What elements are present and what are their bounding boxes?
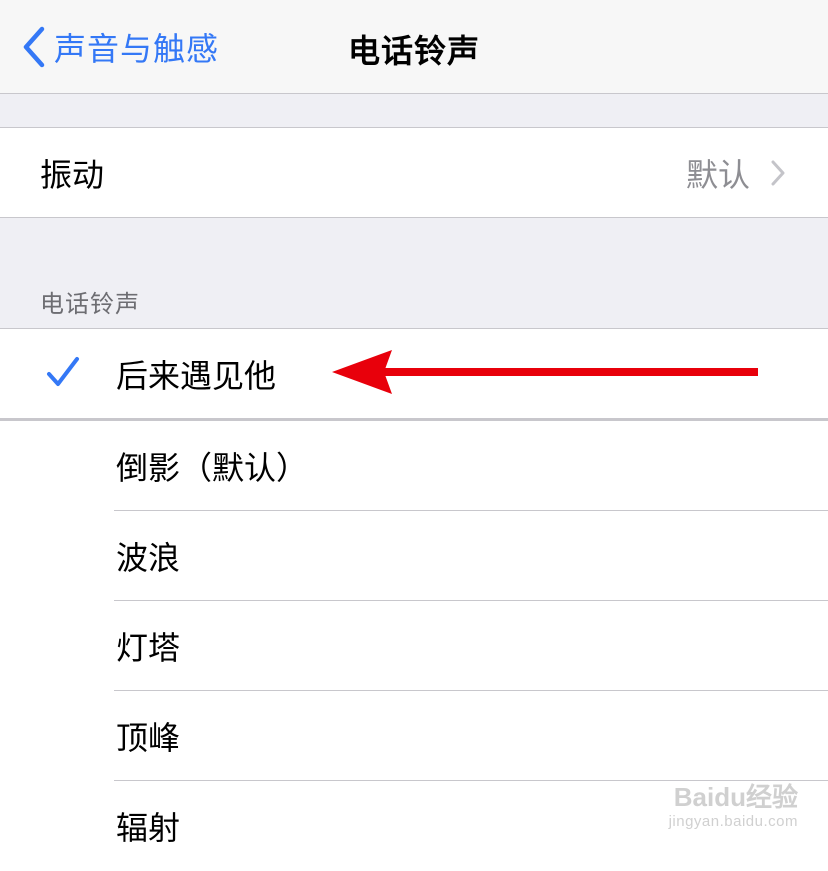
ringtone-label: 顶峰: [116, 719, 181, 757]
ringtone-label: 灯塔: [116, 629, 181, 667]
ringtone-label: 后来遇见他: [116, 356, 277, 395]
ringtone-label: 倒影（默认）: [116, 449, 309, 487]
ringtone-row[interactable]: 顶峰: [0, 691, 828, 781]
ringtone-label: 辐射: [116, 809, 181, 847]
ringtone-row[interactable]: 波浪: [0, 511, 828, 601]
ringtone-label: 波浪: [116, 539, 181, 577]
red-arrow-icon: [332, 350, 758, 394]
page-title: 电话铃声: [347, 32, 480, 70]
vibration-group: 振动 默认: [0, 127, 828, 218]
chevron-right-icon: [771, 160, 785, 186]
vibration-value: 默认: [685, 155, 750, 194]
watermark-brand: Baidu经验: [673, 782, 798, 812]
vibration-row[interactable]: 振动 默认: [0, 128, 828, 217]
ringtones-section-header: 电话铃声: [40, 290, 140, 318]
ringtone-row[interactable]: 倒影（默认）: [0, 421, 828, 511]
ringtone-row[interactable]: 灯塔: [0, 601, 828, 691]
vibration-label: 振动: [40, 155, 105, 194]
watermark-logo: Baidu经验 jingyan.baidu.com: [669, 784, 798, 829]
navigation-bar: 声音与触感 电话铃声: [0, 0, 828, 94]
watermark-url: jingyan.baidu.com: [668, 813, 798, 830]
checkmark-icon: [47, 357, 79, 386]
